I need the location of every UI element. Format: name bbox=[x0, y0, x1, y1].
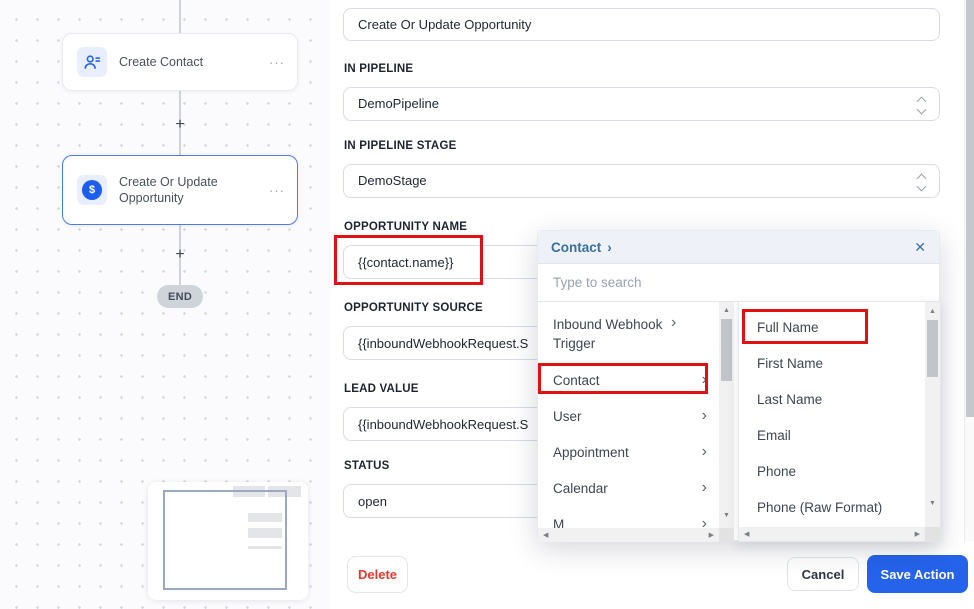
node-title: Create Contact bbox=[119, 54, 257, 70]
opportunity-name-label: OPPORTUNITY NAME bbox=[344, 221, 467, 233]
menu-item-appointment[interactable]: Appointment › bbox=[538, 434, 719, 470]
submenu-item-label: Last Name bbox=[757, 392, 822, 407]
pipeline-select-value: DemoPipeline bbox=[358, 96, 439, 111]
chevron-right-icon: › bbox=[702, 372, 707, 388]
status-label: STATUS bbox=[344, 460, 390, 472]
menu-item-label: Appointment bbox=[553, 443, 702, 462]
submenu-item-label: First Name bbox=[757, 356, 823, 371]
delete-button[interactable]: Delete bbox=[347, 556, 408, 593]
chevron-right-icon: › bbox=[671, 315, 676, 331]
minimap-viewport-rect[interactable] bbox=[163, 490, 287, 590]
submenu-item-email[interactable]: Email bbox=[739, 417, 922, 453]
scroll-left-icon[interactable]: ◀ bbox=[543, 531, 548, 539]
pipeline-stage-select[interactable]: DemoStage bbox=[343, 164, 940, 198]
submenu-item-last-name[interactable]: Last Name bbox=[739, 381, 922, 417]
menu-item-user[interactable]: User › bbox=[538, 398, 719, 434]
scroll-left-icon[interactable]: ◀ bbox=[744, 530, 749, 538]
popup-header: Contact › ✕ bbox=[538, 231, 939, 264]
submenu-vertical-scrollbar[interactable]: ▲ ▼ bbox=[925, 302, 940, 528]
workflow-canvas[interactable]: Create Contact ··· + $ Create Or Update … bbox=[0, 0, 332, 609]
page-scrollbar[interactable] bbox=[964, 0, 974, 541]
submenu-scrollbar-thumb[interactable] bbox=[927, 320, 938, 377]
contact-icon bbox=[77, 47, 107, 77]
menu-vertical-scrollbar[interactable]: ▲ ▼ bbox=[719, 302, 734, 542]
dollar-icon: $ bbox=[77, 175, 107, 205]
submenu-item-phone[interactable]: Phone bbox=[739, 453, 922, 489]
menu-item-inbound-webhook-trigger[interactable]: Inbound Webhook Trigger › bbox=[538, 307, 719, 362]
chevron-right-icon: › bbox=[702, 480, 707, 496]
select-updown-icon bbox=[918, 175, 925, 190]
scroll-down-icon[interactable]: ▼ bbox=[719, 512, 734, 519]
submenu-item-label: Phone (Raw Format) bbox=[757, 500, 882, 515]
submenu-horizontal-scrollbar[interactable]: ◀ ▶ bbox=[739, 527, 925, 541]
menu-item-label: Inbound Webhook Trigger bbox=[553, 315, 671, 353]
menu-item-contact[interactable]: Contact › bbox=[538, 362, 719, 398]
page-scrollbar-thumb[interactable] bbox=[966, 0, 974, 417]
popup-menu-list: Inbound Webhook Trigger › Contact › User… bbox=[538, 302, 719, 542]
submenu-item-phone-raw-format[interactable]: Phone (Raw Format) bbox=[739, 489, 922, 525]
scroll-right-icon[interactable]: ▶ bbox=[709, 531, 714, 539]
select-updown-icon bbox=[918, 98, 925, 113]
save-action-button[interactable]: Save Action bbox=[867, 555, 968, 593]
scrollbar-corner bbox=[719, 528, 734, 542]
chevron-right-icon: › bbox=[702, 408, 707, 424]
menu-item-calendar[interactable]: Calendar › bbox=[538, 470, 719, 506]
node-menu-ellipsis-icon[interactable]: ··· bbox=[269, 183, 285, 198]
close-icon[interactable]: ✕ bbox=[914, 239, 926, 256]
submenu-item-label: Full Name bbox=[757, 320, 819, 335]
add-action-button[interactable]: + bbox=[171, 116, 189, 134]
submenu-item-first-name[interactable]: First Name bbox=[739, 345, 922, 381]
menu-horizontal-scrollbar[interactable]: ◀ ▶ bbox=[538, 528, 719, 542]
node-menu-ellipsis-icon[interactable]: ··· bbox=[269, 55, 285, 70]
workflow-node-create-or-update-opportunity[interactable]: $ Create Or Update Opportunity ··· bbox=[62, 155, 298, 225]
scrollbar-corner bbox=[925, 527, 940, 541]
menu-item-label: Calendar bbox=[553, 479, 702, 498]
scroll-up-icon[interactable]: ▲ bbox=[925, 308, 940, 315]
pipeline-select[interactable]: DemoPipeline bbox=[343, 87, 940, 121]
chevron-right-icon: › bbox=[607, 240, 612, 255]
popup-search-input[interactable] bbox=[538, 264, 939, 302]
menu-scrollbar-thumb[interactable] bbox=[721, 319, 732, 381]
canvas-minimap[interactable] bbox=[148, 482, 308, 600]
pipeline-label: IN PIPELINE bbox=[344, 63, 413, 75]
menu-item-label: Contact bbox=[553, 371, 702, 390]
cancel-button[interactable]: Cancel bbox=[787, 557, 859, 591]
add-action-button[interactable]: + bbox=[171, 246, 189, 264]
custom-values-popup: Contact › ✕ Inbound Webhook Trigger › Co… bbox=[537, 230, 940, 541]
chevron-right-icon: › bbox=[702, 444, 707, 460]
popup-submenu-contact-fields: Full Name First Name Last Name Email Pho… bbox=[738, 301, 941, 542]
submenu-item-label: Phone bbox=[757, 464, 796, 479]
scroll-down-icon[interactable]: ▼ bbox=[925, 500, 940, 507]
action-name-input[interactable] bbox=[343, 8, 940, 41]
lead-value-label: LEAD VALUE bbox=[344, 383, 419, 395]
submenu-item-full-name[interactable]: Full Name bbox=[739, 309, 922, 345]
workflow-end-badge: END bbox=[157, 285, 203, 308]
workflow-node-create-contact[interactable]: Create Contact ··· bbox=[62, 33, 298, 91]
submenu-item-label: Email bbox=[757, 428, 791, 443]
opportunity-source-label: OPPORTUNITY SOURCE bbox=[344, 302, 483, 314]
popup-breadcrumb[interactable]: Contact › bbox=[551, 240, 612, 255]
popup-breadcrumb-label: Contact bbox=[551, 240, 601, 255]
node-title: Create Or Update Opportunity bbox=[119, 174, 257, 206]
menu-item-label: User bbox=[553, 407, 702, 426]
pipeline-stage-select-value: DemoStage bbox=[358, 173, 427, 188]
scroll-right-icon[interactable]: ▶ bbox=[915, 530, 920, 538]
pipeline-stage-label: IN PIPELINE STAGE bbox=[344, 140, 456, 152]
scroll-up-icon[interactable]: ▲ bbox=[719, 307, 734, 314]
